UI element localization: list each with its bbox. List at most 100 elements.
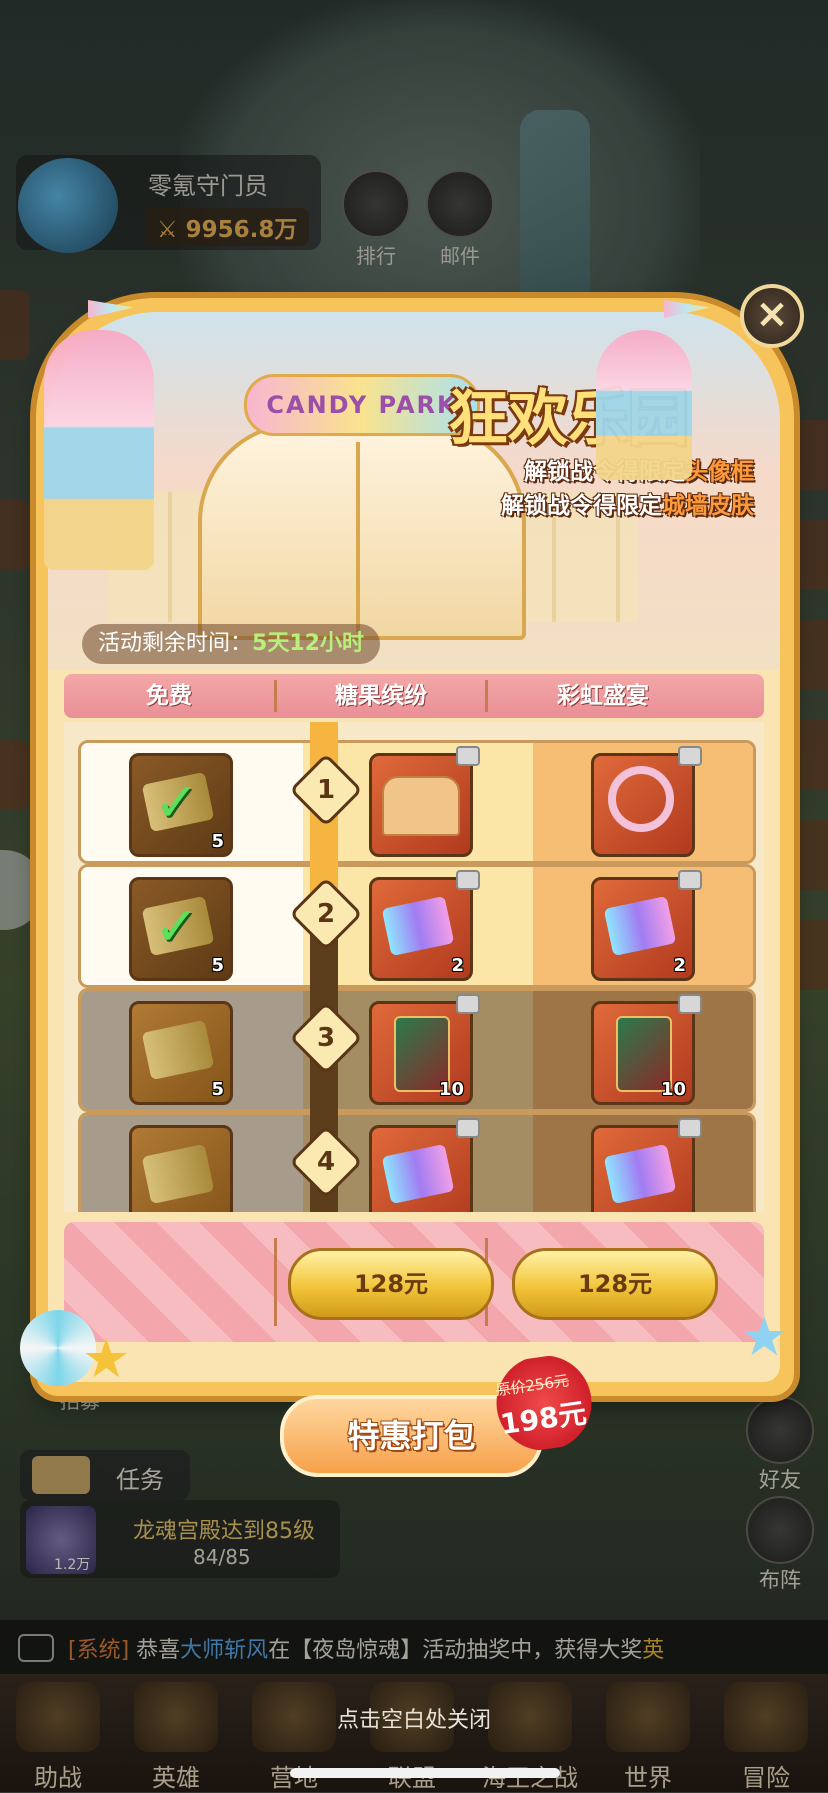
gate-seam [356, 442, 360, 632]
side-right-5[interactable] [794, 820, 828, 890]
trophy-icon [342, 170, 410, 238]
castle-shape [382, 776, 460, 836]
quest-title: 龙魂宫殿达到85级 [133, 1519, 315, 1544]
chat-icon[interactable] [18, 1634, 54, 1662]
level-number: 3 [316, 1023, 336, 1053]
lock-icon [678, 746, 702, 766]
deal-price: 198元 [498, 1396, 589, 1442]
lock-icon [678, 870, 702, 890]
formation-button[interactable]: 布阵 [742, 1496, 818, 1594]
ticket-shape [381, 1143, 455, 1205]
item-quantity: 5 [211, 1079, 224, 1100]
ranking-label: 排行 [356, 244, 396, 268]
rainbow-reward-cell[interactable]: 10 [533, 991, 753, 1109]
player-avatar[interactable] [18, 158, 118, 253]
checkmark-icon: ✓ [154, 771, 200, 834]
unlock-highlight: 城墙皮肤 [662, 493, 754, 519]
side-daily-button[interactable] [0, 740, 30, 810]
hero-card-icon[interactable]: 10 [369, 994, 480, 1105]
mail-button[interactable]: 邮件 [424, 170, 496, 269]
close-icon[interactable]: × [740, 284, 804, 348]
scroll-icon [32, 1456, 90, 1494]
rainbow-ticket-icon[interactable]: 2 [591, 870, 702, 981]
rainbow-purchase-button[interactable]: 128元 [512, 1248, 718, 1320]
friend-icon [746, 1396, 814, 1464]
free-reward-cell[interactable]: ✓ 5 [81, 743, 303, 861]
friends-button[interactable]: 好友 [742, 1396, 818, 1494]
gold-ticket-icon[interactable]: ✓ 5 [129, 753, 233, 857]
player-link[interactable]: 大师斩风 [180, 1638, 268, 1663]
column-candy: 糖果缤纷 [335, 683, 427, 709]
task-button[interactable]: 任务 [20, 1450, 190, 1500]
player-name: 零氪守门员 [148, 172, 268, 200]
ranking-button[interactable]: 排行 [340, 170, 412, 269]
side-right-2[interactable] [794, 520, 828, 590]
gold-ticket-icon[interactable]: ✓ 5 [129, 877, 233, 981]
timer-value: 5天12小时 [252, 631, 364, 656]
price-burst-badge: 原价256元 198元 [482, 1349, 606, 1457]
side-right-3[interactable] [794, 620, 828, 690]
rainbow-ticket-icon[interactable] [369, 1118, 480, 1212]
star-decoration: ★ [82, 1327, 131, 1390]
column-free: 免费 [146, 683, 192, 709]
ticket-shape [603, 895, 677, 957]
rainbow-reward-cell[interactable] [533, 743, 753, 861]
side-shop-button[interactable] [0, 290, 30, 360]
castle-skin-icon[interactable] [369, 746, 480, 857]
ticket-shape [141, 1143, 215, 1205]
friends-label: 好友 [759, 1468, 801, 1492]
ticket-shape [381, 895, 455, 957]
free-reward-cell[interactable]: 5 [81, 991, 303, 1109]
footer-divider [274, 1238, 277, 1326]
message-pre: 恭喜 [129, 1638, 181, 1663]
lock-icon [678, 994, 702, 1014]
rainbow-reward-cell[interactable]: 2 [533, 867, 753, 985]
nav-label: 助战 [34, 1764, 82, 1792]
close-hint[interactable]: 点击空白处关闭 [0, 1702, 828, 1734]
combat-power-value: 9956.8万 [185, 217, 298, 243]
rainbow-reward-cell[interactable] [533, 1115, 753, 1212]
quest-reward: 1.2万 [54, 1557, 91, 1573]
level-number: 4 [316, 1147, 336, 1177]
chat-bar[interactable]: [系统] 恭喜大师斩风在【夜岛惊魂】活动抽奖中，获得大奖英 [0, 1620, 828, 1674]
envelope-icon [426, 170, 494, 238]
item-quantity: 2 [451, 955, 464, 976]
candy-purchase-button[interactable]: 128元 [288, 1248, 494, 1320]
item-quantity: 10 [660, 1079, 686, 1100]
lock-icon [456, 994, 480, 1014]
free-reward-cell[interactable] [81, 1115, 303, 1212]
gold-ticket-icon[interactable]: 5 [129, 1001, 233, 1105]
timer-label: 活动剩余时间： [98, 631, 253, 656]
side-right-1[interactable] [794, 420, 828, 490]
reward-column-headers: 免费 糖果缤纷 彩虹盛宴 [64, 674, 764, 718]
free-reward-cell[interactable]: ✓ 5 [81, 867, 303, 985]
ticket-shape [603, 1143, 677, 1205]
side-right-6[interactable] [794, 920, 828, 990]
combat-power: ⚔ 9956.8万 [145, 208, 310, 246]
avatar-frame-icon[interactable] [591, 746, 702, 857]
home-indicator [290, 1768, 560, 1778]
nav-label: 冒险 [742, 1764, 790, 1792]
message-mid: 在【夜岛惊魂】活动抽奖中，获得大奖 [268, 1638, 643, 1663]
reward-list[interactable]: ✓ 5 ✓ 5 2 2 5 10 10 [64, 722, 764, 1212]
background-waterfall [520, 110, 590, 330]
reward-row: ✓ 5 2 2 [78, 864, 756, 988]
task-label: 任务 [116, 1466, 164, 1494]
side-right-4[interactable] [794, 720, 828, 790]
rainbow-ticket-icon[interactable] [591, 1118, 702, 1212]
side-new-button[interactable] [0, 500, 30, 570]
reward-row [78, 1112, 756, 1212]
item-quantity: 5 [211, 955, 224, 976]
star-decoration: ★ [740, 1305, 789, 1368]
castle-tower-icon [746, 1496, 814, 1564]
item-quantity: 10 [438, 1079, 464, 1100]
hero-card-icon[interactable]: 10 [591, 994, 702, 1105]
gold-ticket-icon[interactable] [129, 1125, 233, 1212]
lock-icon [456, 746, 480, 766]
event-timer: 活动剩余时间：5天12小时 [82, 624, 380, 664]
rainbow-ticket-icon[interactable]: 2 [369, 870, 480, 981]
column-rainbow: 彩虹盛宴 [557, 683, 649, 709]
swords-icon: ⚔ [157, 217, 186, 243]
checkmark-icon: ✓ [154, 895, 200, 958]
message-tail: 英 [642, 1638, 665, 1663]
